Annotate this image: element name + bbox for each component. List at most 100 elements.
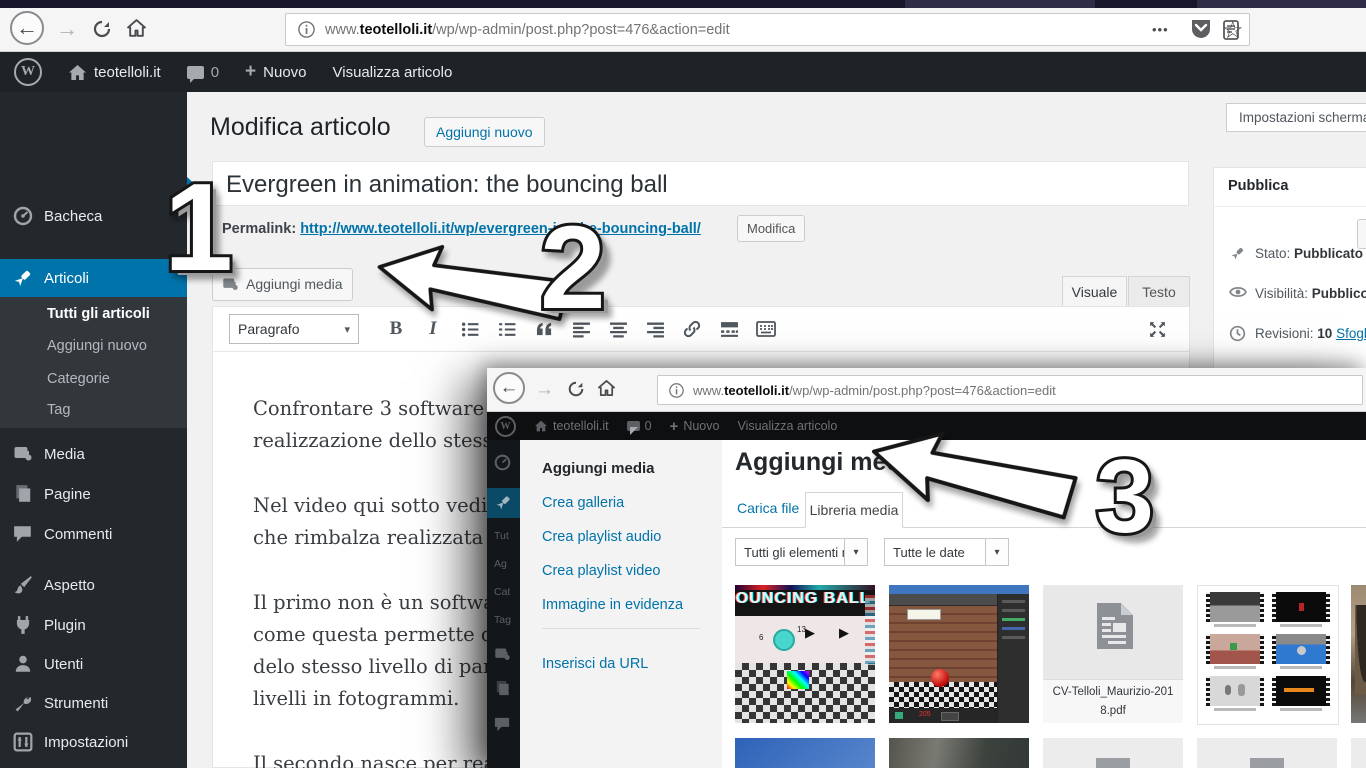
- media-thumbnail-sky[interactable]: [735, 738, 875, 768]
- media-thumbnail-3d-software[interactable]: 205: [889, 585, 1029, 723]
- pdf-caption-area: CV-Telloli_Maurizio-2018.pdf: [1043, 679, 1183, 723]
- arch-shape: [1355, 605, 1366, 695]
- media-thumbnail-video-contact-sheet[interactable]: [1197, 585, 1339, 725]
- home-button[interactable]: [597, 379, 616, 398]
- site-info-icon: [669, 383, 684, 398]
- media-thumbnail-bouncing-ball-glitch[interactable]: BOUNCING BALL 6 13 ▶ ▶: [735, 585, 875, 723]
- sidebar-item-plugin[interactable]: Plugin: [0, 606, 187, 644]
- url-bar[interactable]: www.teotelloli.it/wp/wp-admin/post.php?p…: [657, 375, 1363, 405]
- post-title-input[interactable]: Evergreen in animation: the bouncing bal…: [212, 161, 1189, 206]
- menu-item-crea-galleria[interactable]: Crea galleria: [542, 495, 624, 511]
- align-right-button[interactable]: [640, 316, 670, 342]
- annotation-number-3: 3 3: [1088, 436, 1173, 551]
- admin-bar-comments[interactable]: 0: [187, 64, 219, 81]
- media-thumbnail-blurred[interactable]: [889, 738, 1029, 768]
- content-line: delo stesso livello di part: [253, 651, 504, 683]
- tab-carica-file[interactable]: Carica file: [737, 500, 799, 516]
- home-icon: [534, 420, 548, 432]
- fullscreen-button[interactable]: [1142, 316, 1172, 342]
- forward-button[interactable]: →: [535, 379, 554, 401]
- menu-item-crea-playlist-video[interactable]: Crea playlist video: [542, 563, 660, 579]
- browser-tab[interactable]: [905, 0, 1095, 8]
- paragraph-select[interactable]: Paragrafo ▾: [229, 314, 359, 344]
- page-actions-button[interactable]: •••: [1152, 22, 1169, 37]
- sidebar-item-media[interactable]: Media: [0, 435, 187, 473]
- reload-button[interactable]: [567, 380, 585, 398]
- media-thumbnail-document[interactable]: [1197, 738, 1337, 768]
- bold-button[interactable]: B: [381, 316, 411, 342]
- sidebar-item-categorie[interactable]: Categorie: [0, 363, 187, 395]
- sidebar-item-pagine[interactable]: Pagine: [0, 475, 187, 513]
- media-type-filter[interactable]: Tutti gli elementi me ▾: [735, 538, 868, 566]
- media-thumbnail-document[interactable]: [1043, 738, 1183, 768]
- wp-logo-menu[interactable]: W: [14, 58, 42, 86]
- sidebar-item-tag[interactable]: Tag: [0, 394, 187, 426]
- pocket-button[interactable]: [1189, 17, 1213, 41]
- url-bar[interactable]: www.teotelloli.it/wp/wp-admin/post.php?p…: [285, 13, 1250, 46]
- admin-bar-new[interactable]: +Nuovo: [245, 61, 306, 83]
- divider: [1214, 206, 1366, 207]
- permalink-link[interactable]: http://www.teotelloli.it/wp/evergreen-in…: [300, 221, 701, 237]
- edit-permalink-button[interactable]: Modifica: [737, 215, 805, 242]
- back-button[interactable]: ←: [493, 372, 525, 404]
- site-info-icon[interactable]: [298, 21, 315, 38]
- publish-panel: Pubblica Stato: Pubblicato Visibilità: P…: [1213, 167, 1366, 372]
- back-icon: ←: [16, 17, 38, 39]
- timeline-bar: 205: [889, 708, 997, 723]
- media-thumbnail-pdf[interactable]: CV-Telloli_Maurizio-2018.pdf: [1043, 585, 1183, 723]
- tab-visuale[interactable]: Visuale: [1062, 276, 1127, 307]
- comments-icon: [494, 716, 511, 733]
- cyan-blob: [773, 629, 795, 651]
- glitch-edge: [865, 595, 875, 665]
- content-line: Confrontare 3 software d: [253, 393, 504, 425]
- inner-dimmed-sidebar: Tut Ag Cat Tag: [487, 440, 520, 768]
- link-button[interactable]: [677, 316, 707, 342]
- admin-bar-site[interactable]: teotelloli.it: [68, 64, 161, 81]
- browse-revisions-link[interactable]: Sfoglia: [1336, 326, 1366, 341]
- menu-item-crea-playlist-audio[interactable]: Crea playlist audio: [542, 529, 661, 545]
- reload-button[interactable]: [92, 19, 112, 39]
- menu-fragment: Ag: [494, 558, 507, 570]
- media-thumbnail-archway[interactable]: [1351, 585, 1366, 723]
- menu-item-immagine-in-evidenza[interactable]: Immagine in evidenza: [542, 597, 683, 613]
- sidebar-item-impostazioni[interactable]: Impostazioni: [0, 723, 187, 761]
- home-icon: [126, 18, 147, 39]
- menu-item-inserisci-da-url[interactable]: Inserisci da URL: [542, 656, 648, 672]
- sidebar-item-utenti[interactable]: Utenti: [0, 645, 187, 683]
- visibility-value: Pubblico: [1312, 286, 1366, 301]
- status-label: Stato:: [1255, 246, 1290, 261]
- media-thumbnail-document[interactable]: [1351, 738, 1366, 768]
- add-new-button[interactable]: Aggiungi nuovo: [424, 117, 545, 147]
- italic-button[interactable]: I: [418, 316, 448, 342]
- back-button[interactable]: ←: [10, 11, 44, 45]
- forward-icon: →: [56, 16, 78, 41]
- browser-tab-strip[interactable]: [0, 0, 1366, 8]
- tab-libreria-media[interactable]: Libreria media: [805, 492, 903, 528]
- read-more-button[interactable]: [714, 316, 744, 342]
- reload-icon: [92, 19, 112, 39]
- sidebar-item-aspetto[interactable]: Aspetto: [0, 566, 187, 604]
- sidebar-item-tutti-gli-articoli[interactable]: Tutti gli articoli: [0, 298, 187, 330]
- screen-options-tab[interactable]: Impostazioni schermata: [1226, 103, 1366, 132]
- admin-bar-view-post[interactable]: Visualizza articolo: [333, 64, 453, 81]
- menu-item-aggiungi-media[interactable]: Aggiungi media: [542, 460, 655, 477]
- bookmark-star-button[interactable]: ☆: [1222, 16, 1244, 45]
- media-icon: [494, 646, 511, 663]
- editor-content[interactable]: Confrontare 3 software d realizzazione d…: [253, 393, 504, 768]
- tab-testo[interactable]: Testo: [1128, 276, 1190, 307]
- glitch-title: BOUNCING BALL: [735, 590, 870, 608]
- sidebar-item-commenti[interactable]: Commenti: [0, 515, 187, 553]
- home-button[interactable]: [126, 18, 147, 39]
- appearance-icon: [13, 575, 33, 595]
- app-title-bar: [889, 585, 1029, 594]
- sidebar-item-strumenti[interactable]: Strumenti: [0, 684, 187, 722]
- visibility-row: Visibilità: Pubblico: [1229, 285, 1366, 302]
- date-filter[interactable]: Tutte le date ▾: [884, 538, 1009, 566]
- menu-fragment: Tag: [494, 614, 511, 626]
- permalink-row: Permalink: http://www.teotelloli.it/wp/e…: [222, 221, 701, 237]
- sidebar-item-aggiungi-nuovo[interactable]: Aggiungi nuovo: [0, 330, 187, 362]
- admin-bar-new: +Nuovo: [670, 418, 720, 435]
- browser-tab[interactable]: [1197, 0, 1366, 8]
- toolbar-toggle-button[interactable]: [751, 316, 781, 342]
- forward-button[interactable]: →: [56, 18, 78, 40]
